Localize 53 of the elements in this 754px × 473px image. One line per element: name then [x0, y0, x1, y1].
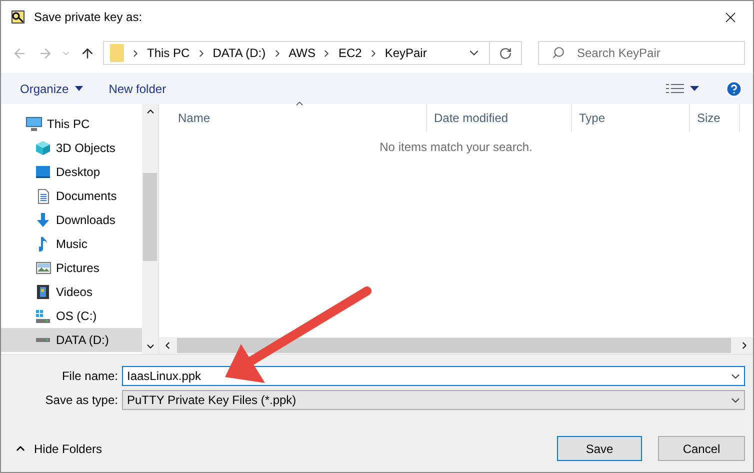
- refresh-icon: [499, 46, 512, 60]
- file-name-field[interactable]: IaasLinux.ppk: [122, 366, 745, 386]
- sidebar-item[interactable]: 3D Objects: [1, 136, 142, 160]
- breadcrumb[interactable]: DATA (D:): [212, 46, 266, 60]
- field-label: File name:: [60, 369, 119, 383]
- monitor-icon: [36, 166, 50, 178]
- sidebar-item[interactable]: OS (C:): [1, 304, 142, 328]
- sidebar-item[interactable]: Pictures: [1, 256, 142, 280]
- cancel-button[interactable]: Cancel: [658, 436, 745, 461]
- window-title: Save private key as:: [34, 10, 144, 24]
- column-header[interactable]: Type: [572, 104, 690, 132]
- view-menu[interactable]: [666, 84, 699, 94]
- drive-icon: [36, 310, 50, 322]
- search-field[interactable]: Search KeyPair: [538, 41, 745, 65]
- help-icon[interactable]: [725, 80, 743, 98]
- organize-menu[interactable]: Organize: [20, 82, 83, 96]
- sidebar-item[interactable]: DATA (D:): [1, 328, 142, 352]
- caret-icon: [690, 86, 699, 91]
- cube-icon: [36, 140, 50, 156]
- caret-icon: [74, 86, 83, 91]
- file-type-dropdown[interactable]: PuTTY Private Key Files (*.ppk): [122, 390, 745, 410]
- hide-folders-button[interactable]: Hide Folders: [14, 442, 102, 456]
- column-header[interactable]: Date modified: [427, 104, 572, 132]
- address-bar[interactable]: This PC DATA (D:) AWS EC2 KeyPair: [103, 41, 522, 65]
- column-header[interactable]: Name: [159, 104, 427, 132]
- computer-icon: [26, 117, 42, 131]
- sidebar-item[interactable]: This PC: [1, 112, 142, 136]
- music-note-icon: [38, 236, 48, 252]
- sidebar-item[interactable]: Downloads: [1, 208, 142, 232]
- search-icon: [552, 46, 565, 59]
- sidebar-item[interactable]: Desktop: [1, 160, 142, 184]
- download-icon: [37, 213, 49, 227]
- sidebar-item[interactable]: Documents: [1, 184, 142, 208]
- new-folder-button[interactable]: New folder: [108, 82, 166, 96]
- film-icon: [37, 285, 49, 299]
- breadcrumb[interactable]: AWS: [288, 46, 316, 60]
- folder-icon: [110, 44, 124, 62]
- horizontal-scrollbar[interactable]: [159, 337, 753, 354]
- breadcrumb[interactable]: This PC: [147, 46, 190, 60]
- picture-icon: [36, 262, 50, 274]
- field-label: Save as type:: [44, 393, 119, 407]
- sidebar-item[interactable]: Music: [1, 232, 142, 256]
- forward-arrow-icon: [38, 46, 52, 60]
- scrollbar[interactable]: [142, 104, 158, 354]
- column-header[interactable]: Size: [690, 104, 740, 132]
- save-button[interactable]: Save: [557, 436, 642, 461]
- breadcrumb[interactable]: EC2: [338, 46, 362, 60]
- document-icon: [38, 188, 48, 204]
- empty-message: No items match your search.: [380, 140, 532, 154]
- sidebar-item[interactable]: Videos: [1, 280, 142, 304]
- breadcrumb[interactable]: KeyPair: [384, 46, 427, 60]
- drive-icon: [36, 338, 50, 342]
- list-view-icon: [666, 84, 684, 94]
